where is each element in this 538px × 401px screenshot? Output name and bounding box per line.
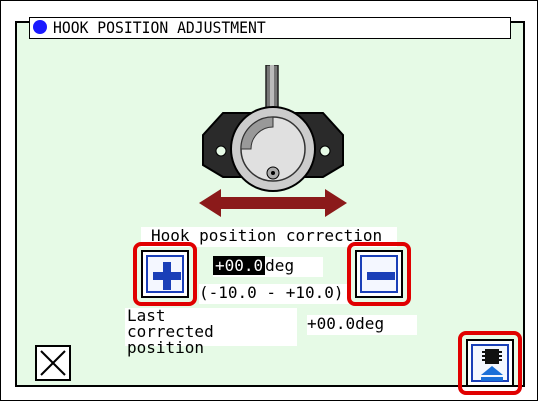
- close-icon: [40, 350, 66, 376]
- correction-unit: deg: [265, 256, 295, 275]
- last-value-number: +00.0: [307, 314, 356, 333]
- last-corrected-text: Last corrected position: [127, 306, 214, 357]
- page-title: HOOK POSITION ADJUSTMENT: [53, 18, 266, 37]
- minus-icon: [360, 255, 398, 293]
- save-to-memory-icon: [471, 344, 509, 382]
- increase-button[interactable]: [141, 250, 189, 298]
- correction-value-number: +00.0: [213, 256, 266, 275]
- screen-frame: HOOK POSITION ADJUSTMENT Hook position c…: [0, 0, 538, 401]
- close-button[interactable]: [35, 345, 71, 381]
- correction-value: +00.0 deg: [213, 256, 323, 277]
- correction-range: (-10.0 - +10.0): [199, 284, 349, 304]
- last-corrected-label: Last corrected position: [125, 308, 297, 356]
- last-corrected-value: +00.0deg: [307, 315, 417, 335]
- plus-icon: [146, 255, 184, 293]
- hook-illustration: [199, 65, 347, 217]
- save-button[interactable]: [466, 339, 514, 387]
- title-indicator-icon: [33, 20, 47, 34]
- decrease-button[interactable]: [355, 250, 403, 298]
- last-value-unit: deg: [355, 314, 385, 333]
